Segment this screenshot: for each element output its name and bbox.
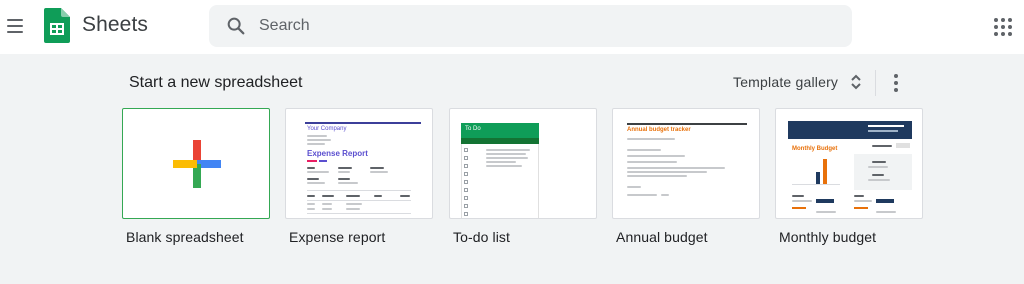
main-menu-button[interactable] [4, 12, 26, 40]
template-thumbnail [122, 108, 270, 219]
template-label: Monthly budget [779, 229, 877, 245]
template-gallery-label: Template gallery [733, 74, 839, 90]
template-monthly-budget[interactable]: Monthly Budget Monthly budget [775, 108, 923, 245]
template-thumbnail: Your Company Expense Report [285, 108, 433, 219]
search-input[interactable] [259, 5, 839, 47]
google-apps-icon[interactable] [992, 16, 1014, 38]
template-expense-report[interactable]: Your Company Expense Report Expense repo… [285, 108, 433, 245]
thumb-header: To Do [461, 123, 539, 138]
template-thumbnail: Monthly Budget [775, 108, 923, 219]
thumb-header [788, 121, 912, 139]
unfold-icon [851, 74, 861, 90]
template-label: To-do list [453, 229, 511, 245]
plus-icon [173, 140, 221, 188]
app-title[interactable]: Sheets [82, 13, 148, 37]
template-label: Annual budget [616, 229, 708, 245]
menu-icon-bar [7, 19, 23, 21]
search-bar[interactable] [209, 5, 852, 47]
thumb-company: Your Company [307, 126, 347, 132]
menu-icon-bar [7, 31, 23, 33]
thumb-title: To Do [465, 126, 481, 132]
thumb-title: Expense Report [307, 149, 368, 158]
template-thumbnail: Annual budget tracker [612, 108, 760, 219]
template-gallery-button[interactable]: Template gallery [725, 64, 870, 100]
template-section: Start a new spreadsheet Template gallery… [0, 54, 1024, 284]
divider [875, 70, 876, 96]
thumb-title: Annual budget tracker [627, 127, 691, 133]
search-icon[interactable] [225, 15, 247, 37]
template-label: Blank spreadsheet [126, 229, 244, 245]
template-todo-list[interactable]: To Do To-do list [449, 108, 597, 245]
section-title: Start a new spreadsheet [129, 74, 303, 91]
template-annual-budget[interactable]: Annual budget tracker Annual budget [612, 108, 760, 245]
thumb-header-rule [305, 122, 421, 124]
sheets-logo-icon[interactable] [44, 8, 70, 43]
top-bar: Sheets [0, 0, 1024, 54]
template-label: Expense report [289, 229, 386, 245]
menu-icon-bar [7, 25, 23, 27]
more-options-icon[interactable] [886, 70, 906, 96]
template-blank[interactable]: Blank spreadsheet [122, 108, 270, 245]
template-thumbnail: To Do [449, 108, 597, 219]
thumb-title: Monthly Budget [792, 146, 838, 152]
